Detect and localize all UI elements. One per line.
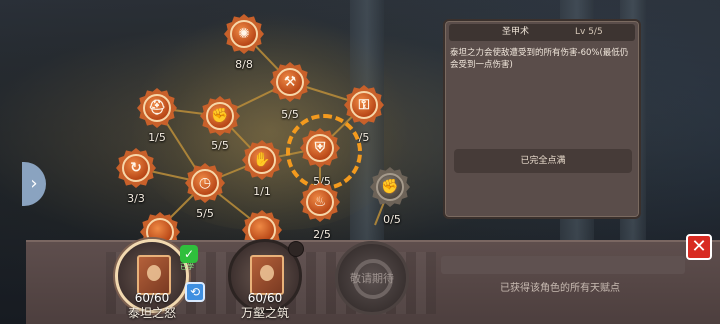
skill-level-clock: 5/5 xyxy=(196,207,214,220)
book-icon xyxy=(137,255,171,295)
skill-node-muscle[interactable]: ✊ xyxy=(200,96,240,136)
talent-points-bar xyxy=(441,256,685,274)
skill-level-locked: 0/5 xyxy=(383,213,401,226)
fist-icon: ✊ xyxy=(376,173,404,201)
skill-node-right-upper[interactable]: ⚿ xyxy=(344,85,384,125)
learned-badge-text: 已学 xyxy=(180,263,194,271)
helmet-icon: ⛑ xyxy=(143,94,171,122)
skill-level-left-upper: 1/5 xyxy=(148,131,166,144)
skill-name: 圣甲术 xyxy=(502,27,530,37)
shield-burst-icon: ✺ xyxy=(230,20,258,48)
holy-armor-icon: ⛨ xyxy=(306,134,334,162)
skill-node-hammer[interactable]: ⚒ xyxy=(270,62,310,102)
skill-level-top: 8/8 xyxy=(235,58,253,71)
skill-description: 泰坦之力会使敌遭受到的所有伤害-60%(最低仍会受到一点伤害) xyxy=(450,48,629,70)
muscle-icon: ✊ xyxy=(206,102,234,130)
skill-node-flame[interactable]: ♨ xyxy=(300,182,340,222)
skill-maxed-button[interactable]: 已完全点满 xyxy=(454,149,632,173)
skill-level-center: 1/1 xyxy=(253,185,271,198)
talent-book-name: 万壑之筑 xyxy=(240,306,290,320)
talent-points-status: 已获得该角色的所有天赋点 xyxy=(500,283,620,294)
hammer-icon: ⚒ xyxy=(276,68,304,96)
key-icon: ⚿ xyxy=(350,91,378,119)
learned-check-icon: ✓ xyxy=(180,245,198,263)
skill-level-label: Lv 5/5 xyxy=(575,27,603,37)
coming-soon-label: 敬请期待 xyxy=(350,272,394,285)
node-frame xyxy=(300,128,340,168)
flame-icon: ♨ xyxy=(306,188,334,216)
skill-node-top[interactable]: ✺ xyxy=(224,14,264,54)
slot-indicator-dot xyxy=(288,241,304,257)
fist-icon: ✋ xyxy=(248,146,276,174)
skill-node-center[interactable]: ✋ xyxy=(242,140,282,180)
skill-node-left-upper[interactable]: ⛑ xyxy=(137,88,177,128)
skill-node-selected[interactable]: ⛨ xyxy=(286,114,362,190)
skill-node-clock[interactable]: ◷ xyxy=(185,163,225,203)
reset-talent-button[interactable]: ⟲ xyxy=(185,282,205,302)
talent-book-count: 60/60 xyxy=(134,291,170,305)
close-button[interactable]: ✕ xyxy=(686,234,712,260)
skill-level-muscle: 5/5 xyxy=(211,139,229,152)
skill-info-header: 圣甲术 Lv 5/5 xyxy=(449,24,635,41)
talent-book-count: 60/60 xyxy=(247,291,283,305)
skill-level-hammer: 5/5 xyxy=(281,108,299,121)
skill-node-locked[interactable]: ✊ xyxy=(370,167,410,207)
talent-book-name: 泰坦之怒 xyxy=(127,306,177,320)
skill-node-refresh[interactable]: ↻ xyxy=(116,148,156,188)
refresh-icon: ↻ xyxy=(122,154,150,182)
skill-level-refresh: 3/3 xyxy=(127,192,145,205)
skill-info-panel: 圣甲术 Lv 5/5 泰坦之力会使敌遭受到的所有伤害-60%(最低仍会受到一点伤… xyxy=(443,19,641,219)
clock-icon: ◷ xyxy=(191,169,219,197)
book-icon xyxy=(250,255,284,295)
